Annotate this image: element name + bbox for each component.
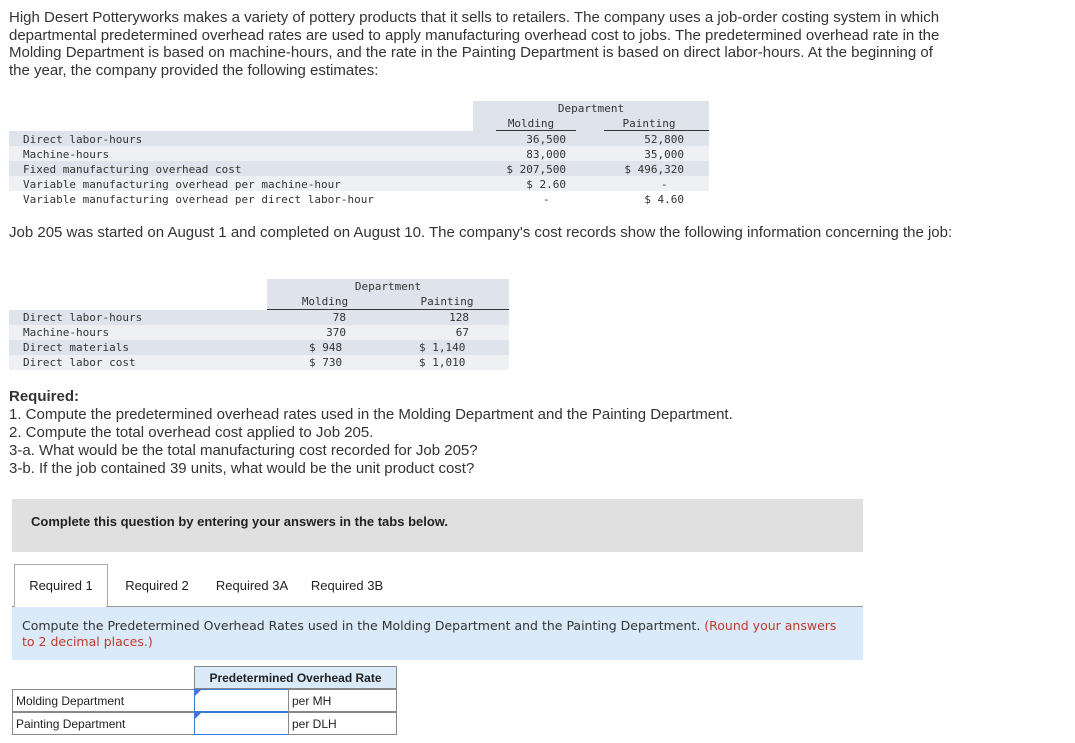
job-painting-value: $ 1,010 <box>419 356 466 369</box>
underline <box>604 130 709 131</box>
job-group-header: Department <box>354 280 422 293</box>
estimates-row-label: Variable manufacturing overhead per mach… <box>23 178 341 191</box>
painting-rate-input[interactable] <box>194 712 289 735</box>
required-item: 3-a. What would be the total manufacturi… <box>9 442 478 459</box>
instruction-main: Compute the Predetermined Overhead Rates… <box>22 618 701 633</box>
job-molding-value: $ 730 <box>309 356 343 369</box>
intro-paragraph: High Desert Potteryworks makes a variety… <box>9 9 940 79</box>
estimates-painting-value: $ 4.60 <box>644 193 684 206</box>
job-molding-value: $ 948 <box>309 341 343 354</box>
estimates-molding-value: 36,500 <box>526 133 566 146</box>
answer-header: Predetermined Overhead Rate <box>194 666 397 689</box>
underline <box>496 130 576 131</box>
estimates-row-label: Direct labor-hours <box>23 133 143 146</box>
tab-required-3b[interactable]: Required 3B <box>300 564 394 607</box>
complete-prompt-box: Complete this question by entering your … <box>12 499 863 552</box>
tab-required-3a[interactable]: Required 3A <box>205 564 299 607</box>
painting-unit: per DLH <box>288 712 397 735</box>
job-molding-value: 78 <box>332 311 346 324</box>
job-intro-paragraph: Job 205 was started on August 1 and comp… <box>9 224 953 241</box>
estimates-molding-value: $ 207,500 <box>506 163 566 176</box>
required-heading: Required: <box>9 388 80 405</box>
answer-row-label: Molding Department <box>12 689 195 712</box>
job-molding-value: 370 <box>326 326 346 339</box>
estimates-painting-value: - <box>661 178 668 191</box>
estimates-molding-value: $ 2.60 <box>526 178 566 191</box>
instruction-box: Compute the Predetermined Overhead Rates… <box>12 607 863 660</box>
estimates-painting-value: $ 496,320 <box>624 163 684 176</box>
job-row-label: Machine-hours <box>23 326 110 339</box>
job-row-label: Direct labor cost <box>23 356 136 369</box>
estimates-molding-value: - <box>543 193 550 206</box>
job-col-molding: Molding <box>301 295 349 308</box>
complete-prompt: Complete this question by entering your … <box>31 514 449 529</box>
estimates-row-label: Machine-hours <box>23 148 110 161</box>
required-item: 2. Compute the total overhead cost appli… <box>9 424 374 441</box>
estimates-col-molding: Molding <box>507 117 555 130</box>
estimates-painting-value: 35,000 <box>644 148 684 161</box>
job-painting-value: $ 1,140 <box>419 341 466 354</box>
job-row-label: Direct materials <box>23 341 129 354</box>
tab-required-2[interactable]: Required 2 <box>110 564 204 607</box>
estimates-row-label: Fixed manufacturing overhead cost <box>23 163 242 176</box>
job-painting-value: 128 <box>449 311 469 324</box>
estimates-group-header: Department <box>557 102 625 115</box>
instruction-text: Compute the Predetermined Overhead Rates… <box>22 618 842 650</box>
required-item: 3-b. If the job contained 39 units, what… <box>9 460 475 477</box>
molding-unit: per MH <box>288 689 397 712</box>
estimates-molding-value: 83,000 <box>526 148 566 161</box>
job-row-label: Direct labor-hours <box>23 311 143 324</box>
answer-row-label: Painting Department <box>12 712 195 735</box>
molding-rate-input[interactable] <box>194 689 289 712</box>
estimates-col-painting: Painting <box>622 117 676 130</box>
job-col-painting: Painting <box>420 295 474 308</box>
job-painting-value: 67 <box>455 326 469 339</box>
required-item: 1. Compute the predetermined overhead ra… <box>9 406 733 423</box>
estimates-painting-value: 52,800 <box>644 133 684 146</box>
tab-required-1[interactable]: Required 1 <box>14 564 108 608</box>
estimates-row-label: Variable manufacturing overhead per dire… <box>23 193 374 206</box>
required-section: Required: 1. Compute the predetermined o… <box>9 388 733 478</box>
